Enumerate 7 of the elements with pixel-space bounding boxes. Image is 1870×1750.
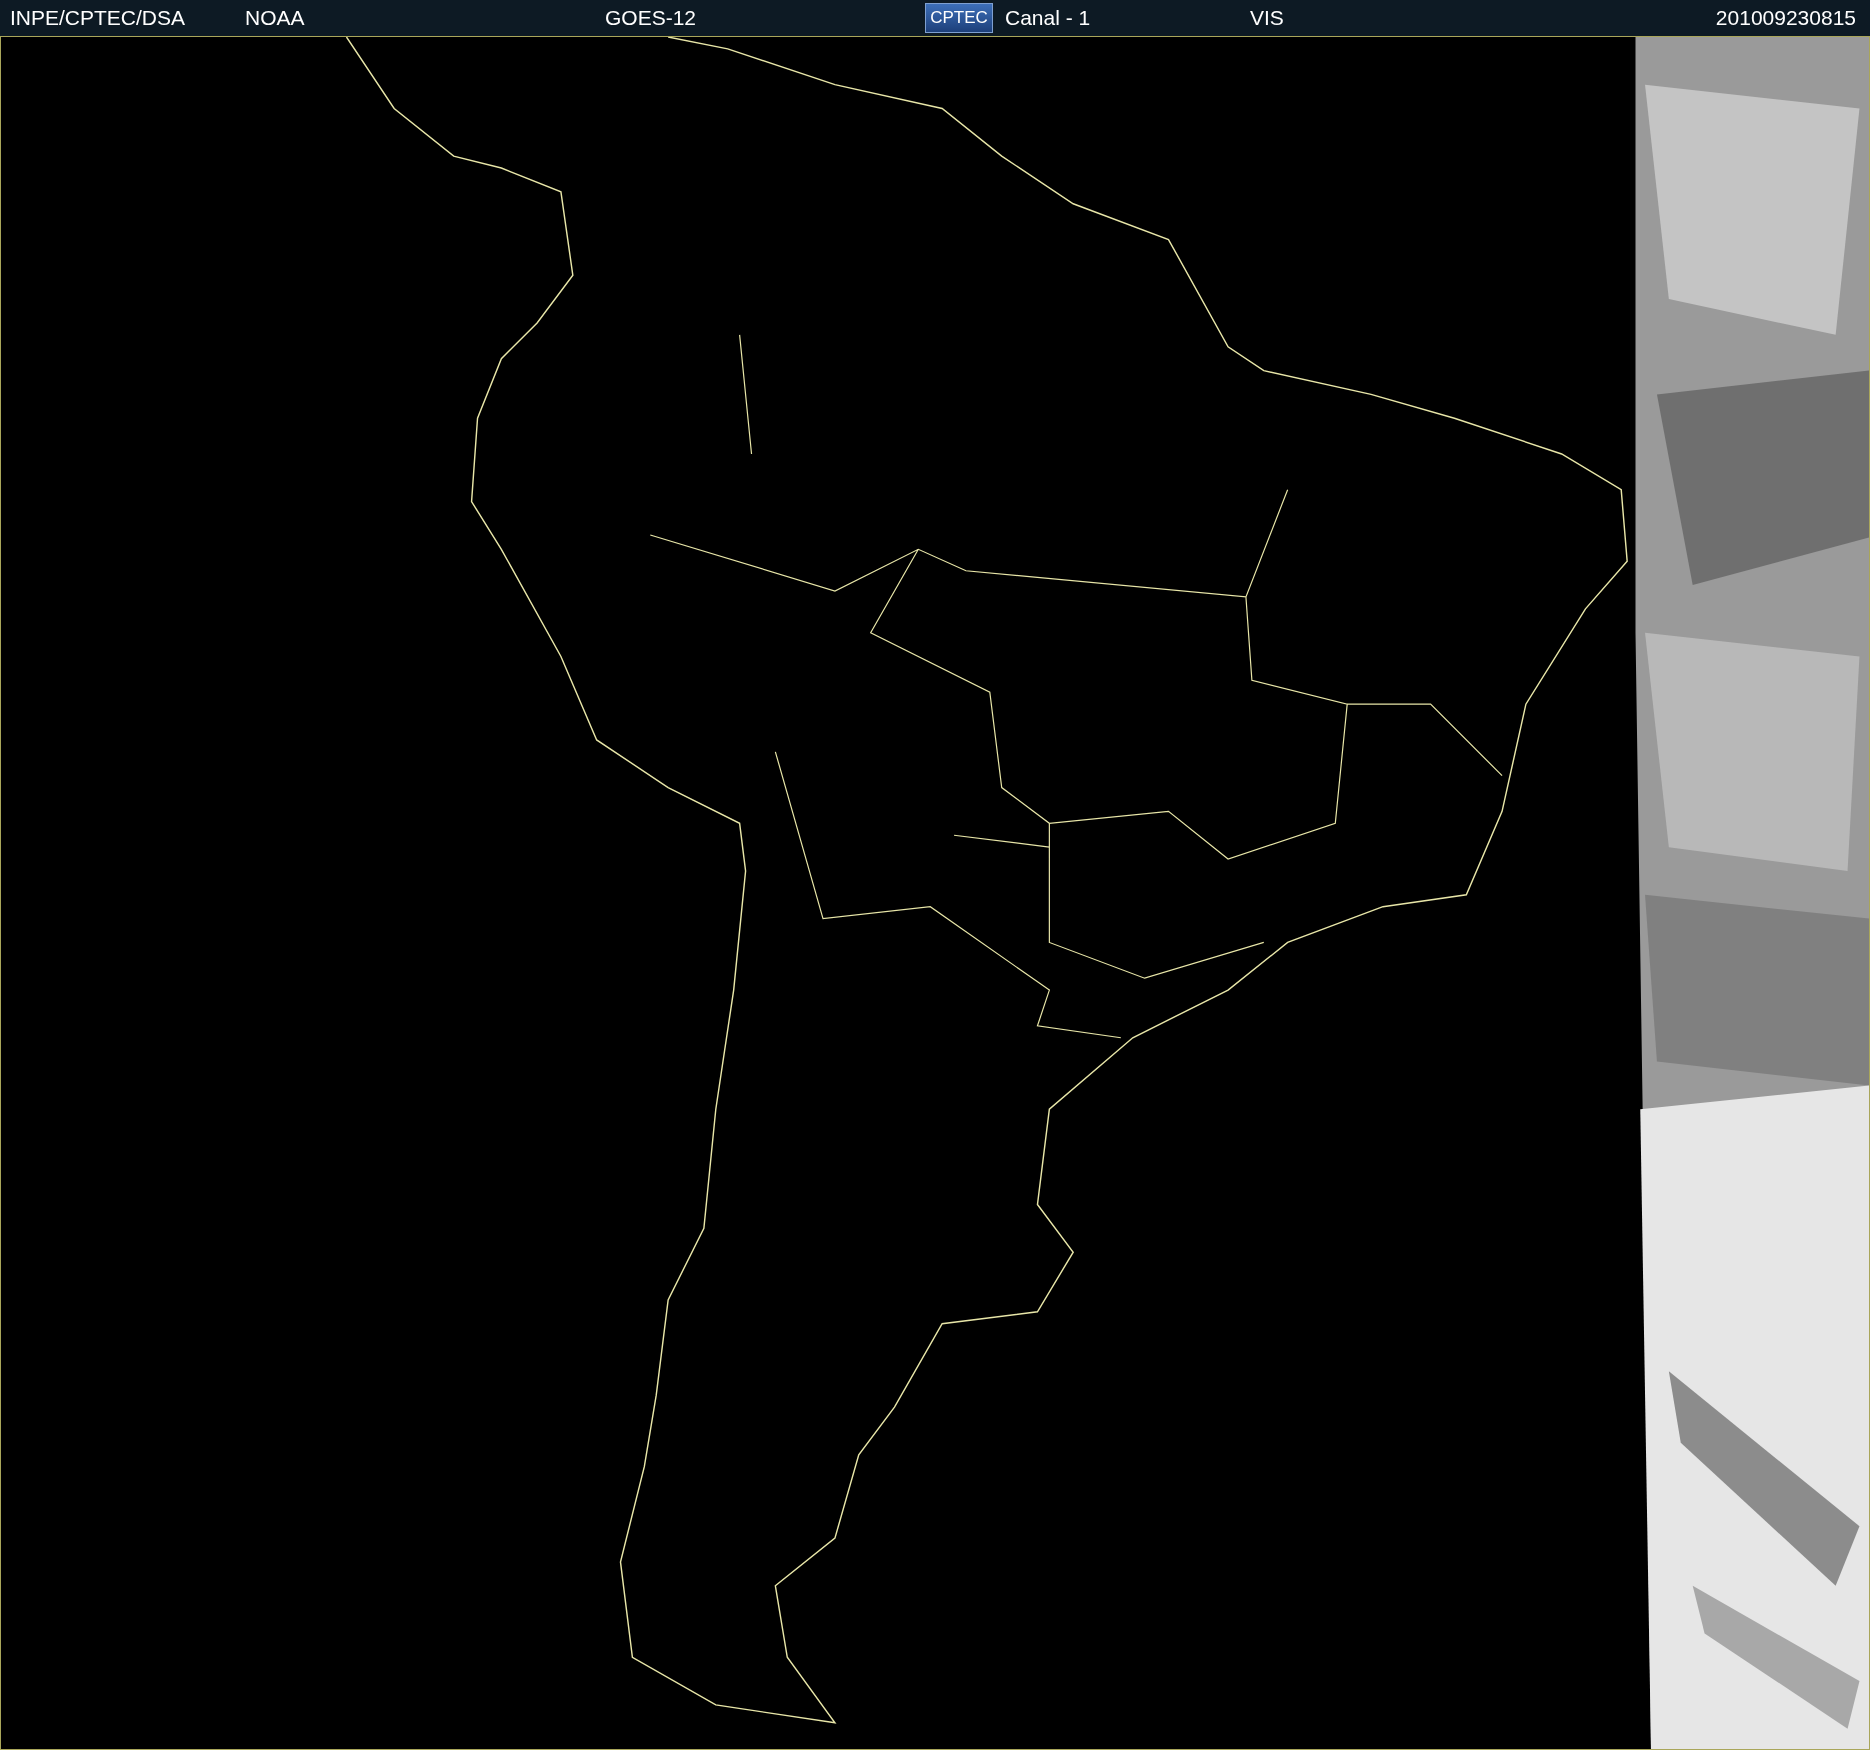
satellite-label: GOES-12 xyxy=(605,6,697,30)
channel-label: Canal - 1 xyxy=(1005,6,1091,30)
timestamp-label: 201009230815 xyxy=(1715,6,1856,30)
source-label: INPE/CPTEC/DSA xyxy=(10,6,186,30)
logo: CPTEC xyxy=(925,3,993,33)
band-label: VIS xyxy=(1250,6,1284,30)
agency-label: NOAA xyxy=(245,6,305,30)
